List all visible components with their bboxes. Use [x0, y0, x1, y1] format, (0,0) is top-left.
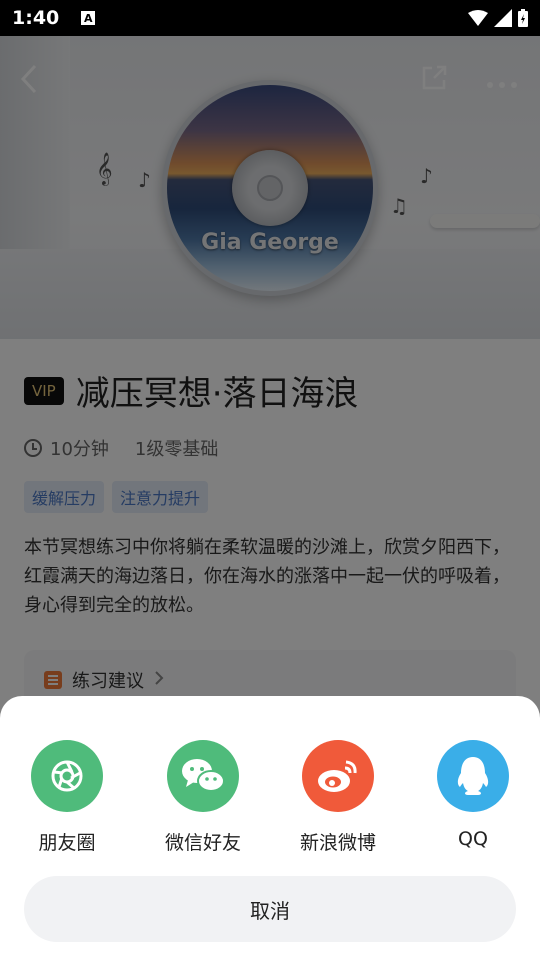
cancel-button[interactable]: 取消 [24, 876, 516, 942]
share-sheet: 朋友圈 微信好友 新浪微博 QQ 取消 [0, 696, 540, 960]
signal-icon [494, 9, 512, 27]
wifi-icon [468, 10, 488, 26]
qq-icon [437, 740, 509, 812]
wechat-icon [167, 740, 239, 812]
share-wechat-button[interactable]: 微信好友 [148, 740, 258, 855]
notification-icon: A [81, 11, 96, 25]
status-icons [468, 9, 528, 27]
share-label: 朋友圈 [38, 832, 96, 854]
share-qq-button[interactable]: QQ [418, 740, 528, 850]
share-label: 新浪微博 [299, 832, 376, 854]
weibo-icon [302, 740, 374, 812]
status-time: 1:40 [12, 7, 60, 29]
share-label: 微信好友 [164, 832, 241, 854]
moments-icon [31, 740, 103, 812]
status-bar: 1:40 A [0, 0, 540, 36]
battery-icon [518, 9, 528, 27]
share-weibo-button[interactable]: 新浪微博 [283, 740, 393, 855]
share-moments-button[interactable]: 朋友圈 [12, 740, 122, 855]
share-label: QQ [458, 828, 488, 850]
